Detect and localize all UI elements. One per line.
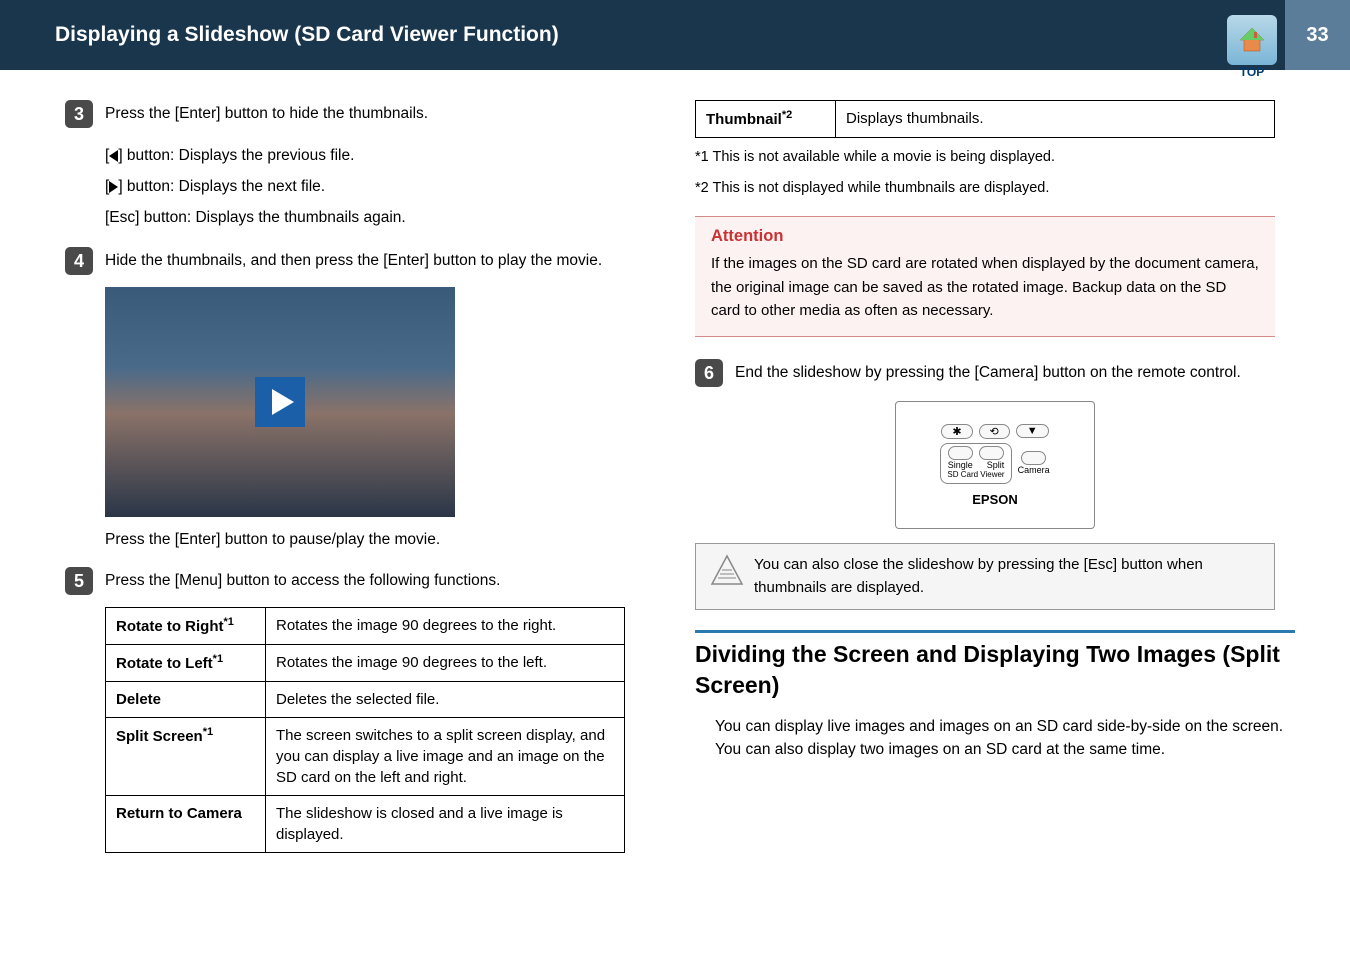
remote-split-btn — [979, 446, 1004, 460]
step-4-caption: Press the [Enter] button to pause/play t… — [105, 531, 665, 549]
remote-btn: ▼ — [1016, 424, 1049, 438]
func-desc: Rotates the image 90 degrees to the left… — [266, 645, 625, 682]
remote-sdviewer-label: SD Card Viewer — [947, 470, 1004, 479]
step-6: 6 End the slideshow by pressing the [Cam… — [695, 359, 1295, 387]
bullet-next: [] button: Displays the next file. — [105, 171, 665, 202]
remote-bottom-row: Single Split SD Card Viewer Camera — [940, 443, 1049, 484]
remote-single-btn — [948, 446, 973, 460]
top-label: TOP — [1240, 65, 1264, 79]
arrow-left-icon — [109, 150, 118, 162]
epson-brand: EPSON — [972, 492, 1018, 507]
header-right: TOP 33 — [1227, 0, 1350, 70]
table-row: Return to Camera The slideshow is closed… — [106, 796, 625, 853]
table-row: Thumbnail*2 Displays thumbnails. — [696, 101, 1275, 138]
bullet-prev: [] button: Displays the previous file. — [105, 140, 665, 171]
footnote-1: *1 This is not available while a movie i… — [695, 146, 1295, 169]
step-number-4: 4 — [65, 247, 93, 275]
section-heading: Dividing the Screen and Displaying Two I… — [695, 630, 1295, 701]
func-name: Rotate to Left*1 — [106, 645, 266, 682]
remote-camera-label: Camera — [1018, 465, 1050, 475]
table-row: Split Screen*1 The screen switches to a … — [106, 718, 625, 796]
func-desc: Rotates the image 90 degrees to the righ… — [266, 608, 625, 645]
table-row: Delete Deletes the selected file. — [106, 682, 625, 718]
step-number-3: 3 — [65, 100, 93, 128]
remote-btn: ⟲ — [979, 424, 1010, 439]
step-6-text: End the slideshow by pressing the [Camer… — [735, 359, 1241, 387]
remote-camera-btn — [1021, 451, 1046, 465]
attention-box: Attention If the images on the SD card a… — [695, 216, 1275, 337]
movie-preview-image — [105, 287, 455, 517]
func-desc: Displays thumbnails. — [836, 101, 1275, 138]
thumbnail-table: Thumbnail*2 Displays thumbnails. — [695, 100, 1275, 138]
remote-sd-group: Single Split SD Card Viewer — [940, 443, 1011, 484]
step-4: 4 Hide the thumbnails, and then press th… — [65, 247, 665, 275]
attention-title: Attention — [711, 227, 1259, 246]
func-desc: Deletes the selected file. — [266, 682, 625, 718]
right-column: Thumbnail*2 Displays thumbnails. *1 This… — [680, 100, 1310, 853]
func-desc: The screen switches to a split screen di… — [266, 718, 625, 796]
remote-control-image: ✱ ⟲ ▼ Single Split SD Card Viewer — [895, 401, 1095, 529]
menu-functions-table: Rotate to Right*1 Rotates the image 90 d… — [105, 607, 625, 853]
footnote-2: *2 This is not displayed while thumbnail… — [695, 177, 1295, 200]
table-row: Rotate to Right*1 Rotates the image 90 d… — [106, 608, 625, 645]
remote-single-label: Single — [948, 460, 973, 470]
bullet-esc: [Esc] button: Displays the thumbnails ag… — [105, 202, 665, 233]
func-name: Return to Camera — [106, 796, 266, 853]
func-name: Thumbnail*2 — [696, 101, 836, 138]
table-row: Rotate to Left*1 Rotates the image 90 de… — [106, 645, 625, 682]
step-5-text: Press the [Menu] button to access the fo… — [105, 567, 500, 595]
tip-icon — [710, 554, 744, 586]
func-name: Delete — [106, 682, 266, 718]
page-header: Displaying a Slideshow (SD Card Viewer F… — [0, 0, 1350, 70]
left-column: 3 Press the [Enter] button to hide the t… — [50, 100, 680, 853]
content-area: 3 Press the [Enter] button to hide the t… — [0, 70, 1350, 873]
func-name: Rotate to Right*1 — [106, 608, 266, 645]
func-name: Split Screen*1 — [106, 718, 266, 796]
step-number-5: 5 — [65, 567, 93, 595]
attention-text: If the images on the SD card are rotated… — [711, 252, 1259, 322]
arrow-right-icon — [109, 181, 118, 193]
page-title: Displaying a Slideshow (SD Card Viewer F… — [55, 23, 559, 47]
step-3-bullets: [] button: Displays the previous file. [… — [105, 140, 665, 233]
step-5: 5 Press the [Menu] button to access the … — [65, 567, 665, 595]
tip-text: You can also close the slideshow by pres… — [754, 554, 1260, 599]
page-number: 33 — [1285, 0, 1350, 70]
section-text: You can display live images and images o… — [715, 715, 1295, 762]
func-desc: The slideshow is closed and a live image… — [266, 796, 625, 853]
step-3-text: Press the [Enter] button to hide the thu… — [105, 100, 428, 128]
remote-top-row: ✱ ⟲ ▼ — [941, 424, 1048, 439]
step-number-6: 6 — [695, 359, 723, 387]
house-icon — [1237, 25, 1267, 55]
step-3: 3 Press the [Enter] button to hide the t… — [65, 100, 665, 128]
step-4-text: Hide the thumbnails, and then press the … — [105, 247, 602, 275]
tip-box: You can also close the slideshow by pres… — [695, 543, 1275, 610]
remote-btn: ✱ — [941, 424, 972, 439]
top-icon-button[interactable]: TOP — [1227, 15, 1277, 65]
play-icon — [272, 389, 294, 415]
remote-split-label: Split — [987, 460, 1005, 470]
play-button[interactable] — [255, 377, 305, 427]
